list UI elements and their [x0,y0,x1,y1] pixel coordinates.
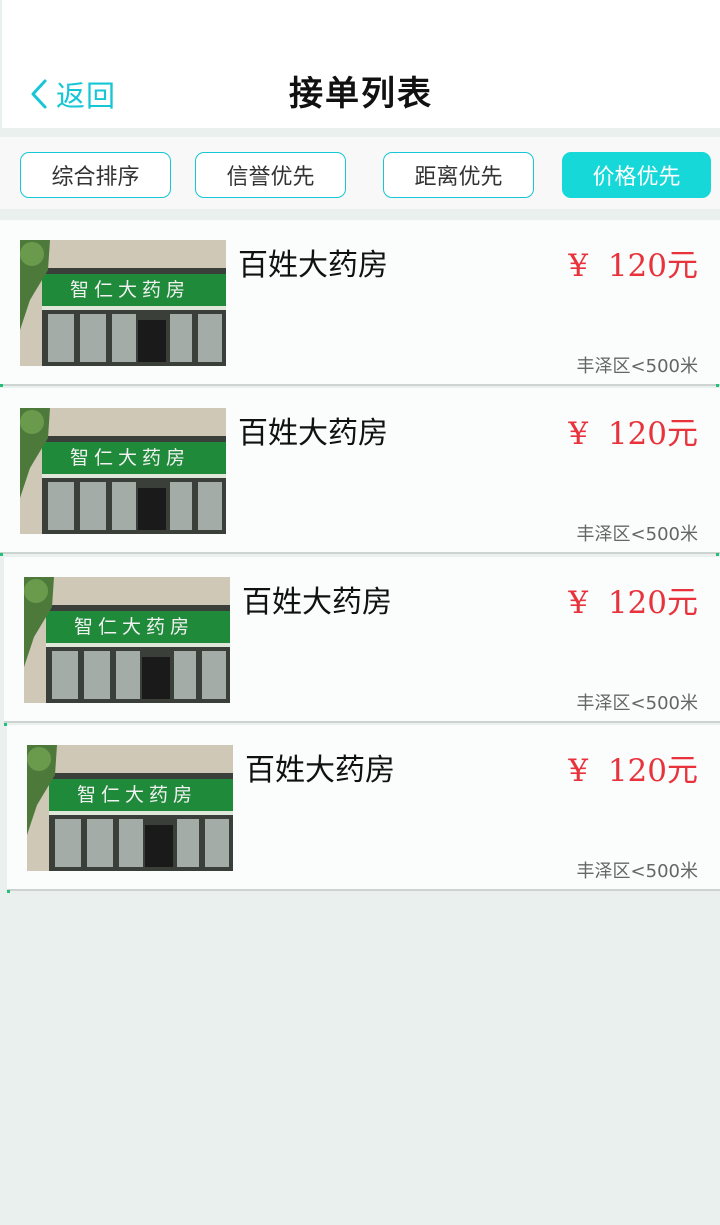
filter-comprehensive-button[interactable]: 综合排序 [20,152,171,198]
list-item[interactable]: 智仁大药房 百姓大药房 ¥ 120元 丰泽区<500米 [7,725,720,891]
store-sign-text: 智仁大药房 [74,616,194,638]
filter-bar: 综合排序 信誉优先 距离优先 价格优先 [0,137,720,209]
store-photo: 智仁大药房 [20,240,226,366]
divider-dot [716,553,719,556]
store-photo: 智仁大药房 [20,408,226,534]
store-name: 百姓大药房 [245,753,395,788]
store-sign-text: 智仁大药房 [70,447,190,469]
list-item[interactable]: 智仁大药房 百姓大药房 ¥ 120元 丰泽区<500米 [0,388,720,554]
divider-dot [0,384,3,387]
distance-label: 丰泽区<500米 [576,524,698,545]
distance-label: 丰泽区<500米 [576,693,698,714]
filter-reputation-button[interactable]: 信誉优先 [195,152,346,198]
price-label: ¥ 120元 [568,585,698,621]
store-sign-text: 智仁大药房 [70,279,190,301]
store-name: 百姓大药房 [242,585,392,620]
divider-dot [716,384,719,387]
store-photo: 智仁大药房 [24,577,230,703]
app-header: 返回 接单列表 [2,0,720,128]
distance-label: 丰泽区<500米 [576,356,698,377]
store-name: 百姓大药房 [238,248,388,283]
divider-dot [7,890,10,893]
price-label: ¥ 120元 [568,248,698,284]
divider-dot [0,553,3,556]
filter-price-button[interactable]: 价格优先 [562,152,711,198]
store-name: 百姓大药房 [238,416,388,451]
list-item[interactable]: 智仁大药房 百姓大药房 ¥ 120元 丰泽区<500米 [0,220,720,386]
store-photo: 智仁大药房 [27,745,233,871]
store-sign-text: 智仁大药房 [77,784,197,806]
filter-distance-button[interactable]: 距离优先 [383,152,534,198]
price-label: ¥ 120元 [568,753,698,789]
list-item[interactable]: 智仁大药房 百姓大药房 ¥ 120元 丰泽区<500米 [4,557,720,723]
price-label: ¥ 120元 [568,416,698,452]
page-title: 接单列表 [289,74,433,114]
distance-label: 丰泽区<500米 [576,861,698,882]
divider-dot [4,723,7,726]
